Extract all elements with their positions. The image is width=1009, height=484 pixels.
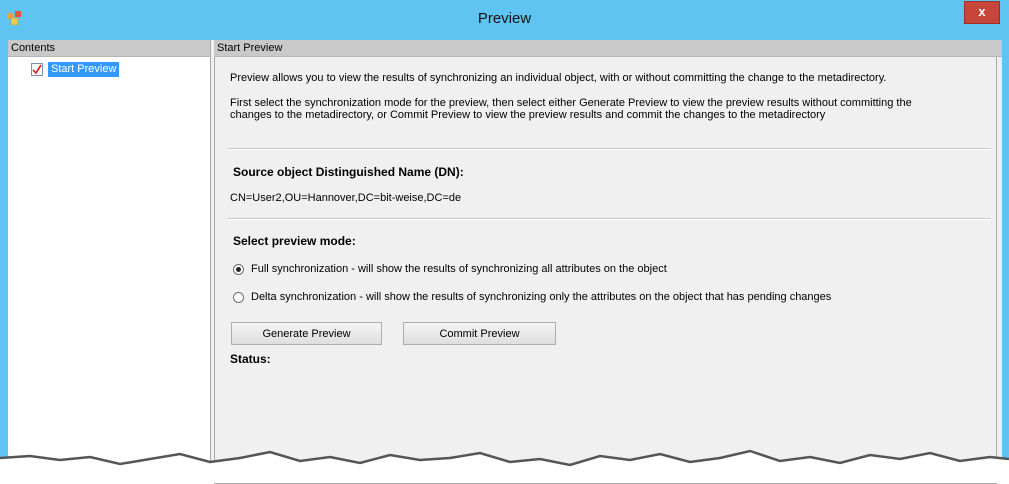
instructions-line-2: changes to the metadirectory, or Commit … xyxy=(230,109,826,121)
separator xyxy=(228,218,991,220)
window-title: Preview xyxy=(477,10,532,27)
close-button[interactable]: x xyxy=(964,1,1000,24)
contents-header: Contents xyxy=(8,40,210,57)
checklist-icon xyxy=(31,63,43,76)
intro-text: Preview allows you to view the results o… xyxy=(230,72,887,84)
start-preview-body: Preview allows you to view the results o… xyxy=(214,57,997,484)
torn-edge xyxy=(0,449,1009,483)
status-label: Status: xyxy=(230,352,271,366)
title-bar[interactable]: Preview x xyxy=(0,0,1009,40)
client-area: Contents Start Preview Start Preview Pre… xyxy=(8,40,1002,484)
delta-sync-label[interactable]: Delta synchronization - will show the re… xyxy=(251,291,831,303)
generate-preview-button[interactable]: Generate Preview xyxy=(231,322,382,345)
start-preview-header: Start Preview xyxy=(214,40,1002,57)
delta-sync-radio[interactable] xyxy=(233,292,244,303)
source-dn-value: CN=User2,OU=Hannover,DC=bit-weise,DC=de xyxy=(230,192,462,204)
contents-pane: Contents Start Preview xyxy=(8,40,211,483)
commit-preview-button[interactable]: Commit Preview xyxy=(403,322,556,345)
start-preview-pane: Start Preview Preview allows you to view… xyxy=(214,40,1002,484)
tree-item-label: Start Preview xyxy=(48,62,120,77)
full-sync-radio[interactable] xyxy=(233,264,244,275)
preview-window: Preview x Contents Start Preview Start P… xyxy=(0,0,1009,484)
separator xyxy=(228,148,991,150)
preview-mode-heading: Select preview mode: xyxy=(233,234,356,248)
source-dn-heading: Source object Distinguished Name (DN): xyxy=(233,165,464,179)
full-sync-label[interactable]: Full synchronization - will show the res… xyxy=(251,263,667,275)
instructions-line-1: First select the synchronization mode fo… xyxy=(230,97,912,109)
